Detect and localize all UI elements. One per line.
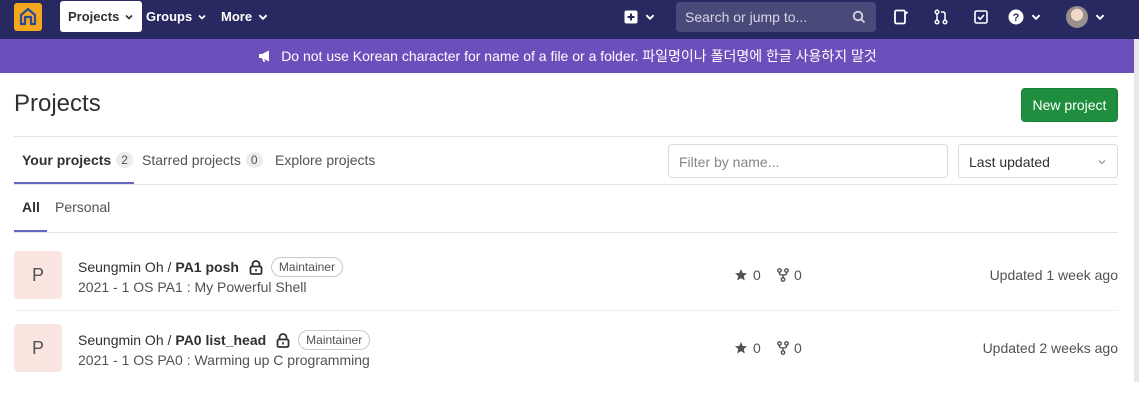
merge-requests-button[interactable] bbox=[929, 7, 953, 27]
updated-timestamp: Updated 2 weeks ago bbox=[982, 340, 1118, 356]
role-badge: Maintainer bbox=[270, 257, 343, 277]
project-name-link[interactable]: PA0 list_head bbox=[175, 332, 266, 348]
chevron-down-icon bbox=[125, 14, 133, 20]
top-navbar: Projects Groups More Search or jump to..… bbox=[0, 0, 1139, 39]
chevron-down-icon bbox=[198, 14, 206, 20]
nav-projects-dropdown[interactable]: Projects bbox=[60, 1, 143, 32]
nav-projects-label: Projects bbox=[68, 9, 120, 24]
plus-square-icon bbox=[624, 10, 638, 24]
divider bbox=[14, 136, 1118, 137]
help-dropdown[interactable]: ? bbox=[1005, 7, 1045, 27]
project-namespace[interactable]: Seungmin Oh / bbox=[78, 259, 171, 275]
chevron-down-icon bbox=[645, 14, 655, 21]
star-count-value: 0 bbox=[753, 267, 761, 283]
row-divider bbox=[14, 310, 1118, 311]
issues-icon bbox=[894, 9, 909, 25]
logo-icon bbox=[19, 7, 37, 26]
help-icon: ? bbox=[1008, 9, 1024, 25]
issues-button[interactable] bbox=[889, 7, 913, 27]
project-description: 2021 - 1 OS PA0 : Warming up C programmi… bbox=[78, 352, 370, 368]
user-avatar[interactable] bbox=[1066, 6, 1088, 28]
fork-count-value: 0 bbox=[794, 267, 802, 283]
tab-starred-projects[interactable]: Starred projects 0 bbox=[142, 150, 263, 170]
lock-icon bbox=[249, 259, 263, 275]
project-title: Seungmin Oh / PA0 list_head Maintainer bbox=[78, 330, 371, 350]
count-badge: 0 bbox=[245, 152, 263, 168]
search-input[interactable]: Search or jump to... bbox=[676, 2, 876, 32]
fork-count-value: 0 bbox=[794, 340, 802, 356]
chevron-down-icon[interactable] bbox=[1094, 11, 1106, 23]
svg-text:?: ? bbox=[1013, 12, 1020, 24]
tab-label: Starred projects bbox=[142, 152, 241, 168]
updated-timestamp: Updated 1 week ago bbox=[989, 267, 1118, 283]
todos-button[interactable] bbox=[969, 7, 993, 27]
star-icon bbox=[735, 269, 747, 281]
chevron-down-icon bbox=[1098, 160, 1106, 165]
filter-by-name-input[interactable]: Filter by name... bbox=[668, 144, 948, 178]
project-namespace[interactable]: Seungmin Oh / bbox=[78, 332, 171, 348]
bullhorn-icon bbox=[259, 50, 270, 62]
star-icon bbox=[735, 342, 747, 354]
broadcast-banner: Do not use Korean character for name of … bbox=[0, 39, 1134, 73]
lock-icon bbox=[276, 332, 290, 348]
star-count[interactable]: 0 bbox=[734, 267, 761, 283]
chevron-down-icon bbox=[1031, 14, 1041, 21]
tab-label: Explore projects bbox=[275, 152, 376, 168]
fork-count[interactable]: 0 bbox=[777, 267, 802, 283]
star-count-value: 0 bbox=[753, 340, 761, 356]
fork-icon bbox=[777, 268, 789, 282]
subtab-personal[interactable]: Personal bbox=[55, 199, 110, 215]
tab-label: Your projects bbox=[22, 152, 112, 168]
tab-your-projects[interactable]: Your projects 2 bbox=[22, 150, 133, 170]
project-description: 2021 - 1 OS PA1 : My Powerful Shell bbox=[78, 279, 307, 295]
project-name-link[interactable]: PA1 posh bbox=[175, 259, 239, 275]
project-row[interactable]: P Seungmin Oh / PA0 list_head Maintainer… bbox=[14, 324, 1118, 394]
fork-icon bbox=[777, 341, 789, 355]
tab-explore-projects[interactable]: Explore projects bbox=[275, 150, 375, 170]
project-title: Seungmin Oh / PA1 posh Maintainer bbox=[78, 257, 343, 277]
role-badge: Maintainer bbox=[298, 330, 371, 350]
nav-groups-dropdown[interactable]: Groups bbox=[146, 1, 207, 32]
subtab-all[interactable]: All bbox=[22, 199, 40, 215]
app-logo[interactable] bbox=[14, 3, 42, 31]
new-project-button[interactable]: New project bbox=[1021, 88, 1118, 122]
merge-request-icon bbox=[934, 9, 948, 25]
star-count[interactable]: 0 bbox=[734, 340, 761, 356]
search-placeholder: Search or jump to... bbox=[685, 9, 808, 25]
divider bbox=[14, 232, 1118, 233]
search-icon bbox=[852, 10, 866, 24]
new-item-dropdown[interactable] bbox=[620, 7, 660, 27]
banner-text: Do not use Korean character for name of … bbox=[281, 48, 877, 64]
count-badge: 2 bbox=[116, 152, 133, 168]
project-avatar[interactable]: P bbox=[14, 324, 62, 372]
nav-groups-label: Groups bbox=[146, 9, 193, 24]
nav-more-dropdown[interactable]: More bbox=[221, 1, 269, 32]
page-scrollbar[interactable] bbox=[1134, 39, 1139, 382]
nav-more-label: More bbox=[221, 9, 253, 24]
sort-value: Last updated bbox=[969, 154, 1050, 170]
page-title: Projects bbox=[14, 90, 101, 117]
divider bbox=[14, 184, 1118, 185]
sort-dropdown[interactable]: Last updated bbox=[958, 144, 1118, 178]
project-avatar[interactable]: P bbox=[14, 251, 62, 299]
chevron-down-icon bbox=[258, 14, 268, 20]
fork-count[interactable]: 0 bbox=[777, 340, 802, 356]
todo-check-icon bbox=[974, 10, 988, 24]
